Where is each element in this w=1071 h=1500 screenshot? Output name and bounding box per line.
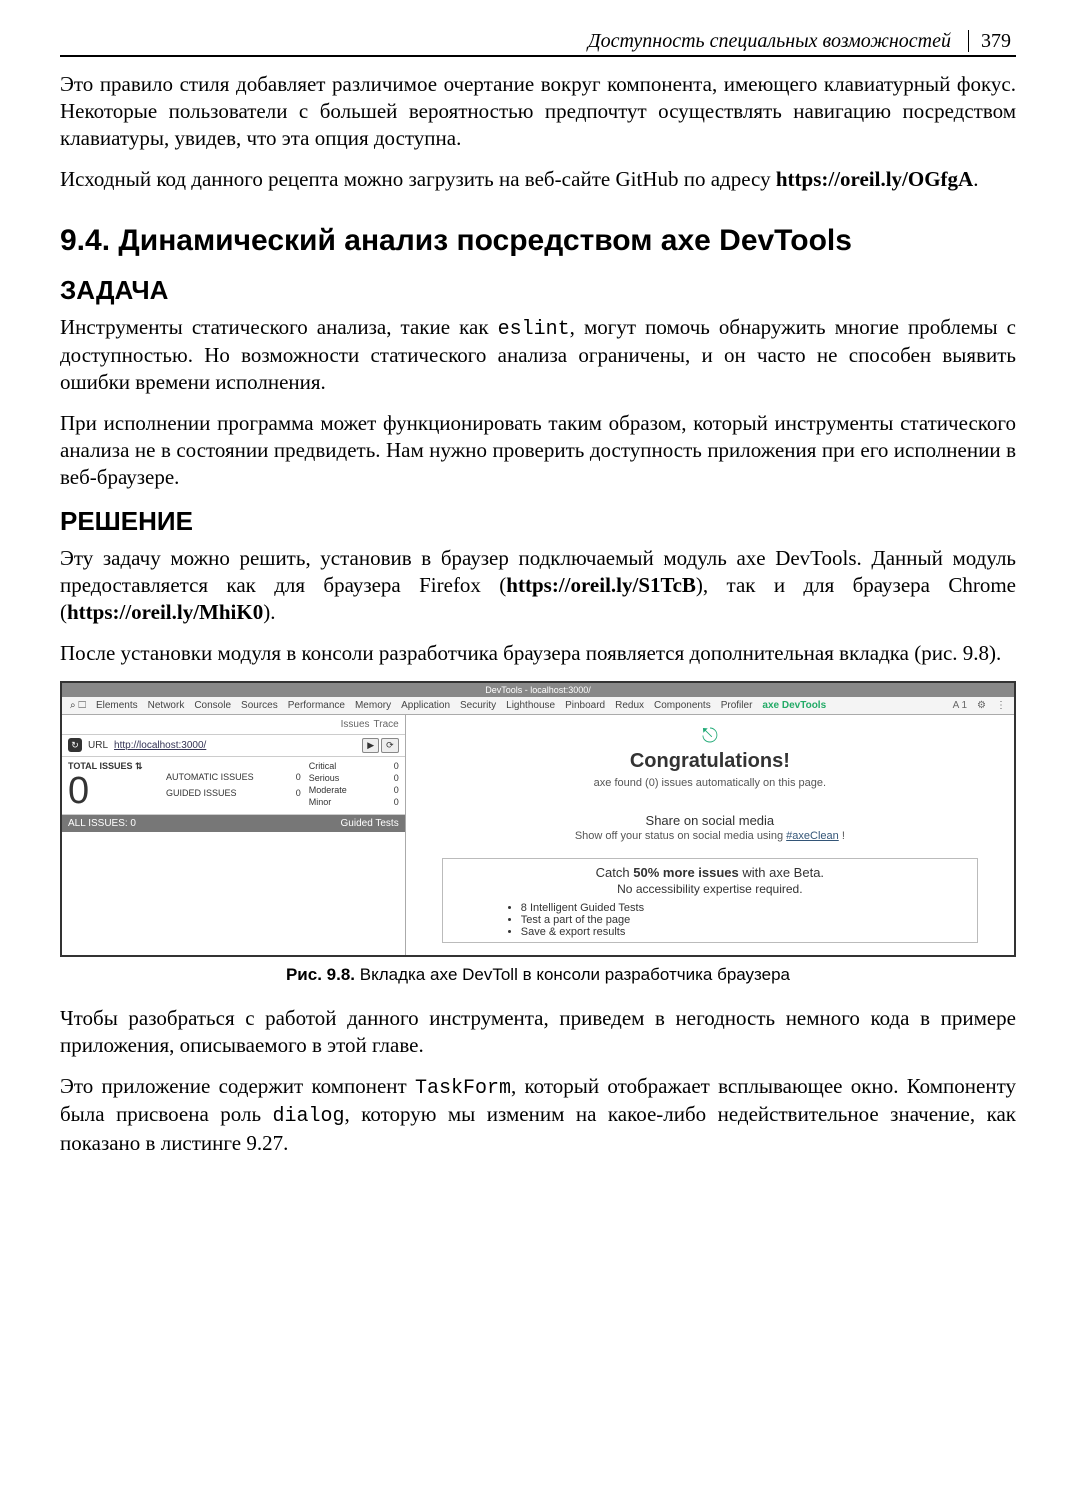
- url-label: URL: [88, 740, 108, 751]
- more-icon: ⋮: [996, 700, 1006, 711]
- inspector-icon: ⌕ ☐: [70, 700, 86, 711]
- promo-bullet: Save & export results: [521, 926, 967, 938]
- code-inline: eslint: [498, 318, 570, 341]
- axe-left-panel: Issues Trace ↻ URL http://localhost:3000…: [62, 715, 406, 955]
- refresh-icon: ↻: [68, 738, 82, 752]
- devtools-screenshot: DevTools - localhost:3000/ ⌕ ☐ Elements …: [60, 681, 1016, 957]
- severity-minor-label: Minor: [309, 797, 332, 807]
- body-paragraph: Эту задачу можно решить, установив в бра…: [60, 545, 1016, 626]
- tab-elements: Elements: [96, 700, 138, 711]
- automatic-issues-value: 0: [296, 772, 301, 782]
- body-paragraph: Исходный код данного рецепта можно загру…: [60, 166, 1016, 193]
- code-inline: TaskForm: [415, 1077, 511, 1100]
- hashtag-link: #axeClean: [786, 830, 839, 842]
- total-issues-value: 0: [68, 772, 158, 810]
- section-title: 9.4. Динамический анализ посредством axe…: [60, 223, 1016, 259]
- promo-bullet: Test a part of the page: [521, 914, 967, 926]
- guided-issues-label: GUIDED ISSUES: [166, 788, 237, 798]
- url-value: http://localhost:3000/: [114, 740, 206, 751]
- body-paragraph: Чтобы разобраться с работой данного инст…: [60, 1005, 1016, 1059]
- axe-logo-icon: ⎋: [702, 725, 718, 748]
- tab-console: Console: [194, 700, 231, 711]
- figure-caption: Рис. 9.8. Вкладка axe DevToll в консоли …: [60, 965, 1016, 985]
- chrome-url: https://oreil.ly/MhiK0: [67, 600, 263, 624]
- severity-critical-label: Critical: [309, 761, 337, 771]
- promo-subtext: No accessibility expertise required.: [453, 882, 967, 896]
- warning-badge: A 1: [953, 700, 967, 711]
- subsection-heading-solution: РЕШЕНИЕ: [60, 506, 1016, 537]
- promo-bullet-list: 8 Intelligent Guided Tests Test a part o…: [453, 902, 967, 938]
- gear-icon: ⚙: [977, 700, 986, 711]
- severity-moderate-label: Moderate: [309, 785, 347, 795]
- tab-lighthouse: Lighthouse: [506, 700, 555, 711]
- promo-headline: Catch 50% more issues with axe Beta.: [453, 865, 967, 880]
- automatic-issues-label: AUTOMATIC ISSUES: [166, 772, 254, 782]
- github-url: https://oreil.ly/OGfgA: [776, 167, 973, 191]
- tab-components: Components: [654, 700, 711, 711]
- body-paragraph: При исполнении программа может функциони…: [60, 410, 1016, 491]
- tab-pinboard: Pinboard: [565, 700, 605, 711]
- tab-redux: Redux: [615, 700, 644, 711]
- tab-memory: Memory: [355, 700, 391, 711]
- tab-network: Network: [148, 700, 185, 711]
- sort-icon: ⇅: [135, 761, 143, 771]
- tab-security: Security: [460, 700, 496, 711]
- tab-sources: Sources: [241, 700, 278, 711]
- tab-performance: Performance: [288, 700, 345, 711]
- congrats-subtext: axe found (0) issues automatically on th…: [594, 777, 826, 789]
- header-rule: [60, 55, 1016, 57]
- body-paragraph: После установки модуля в консоли разрабо…: [60, 640, 1016, 667]
- congrats-heading: Congratulations!: [630, 750, 790, 773]
- guided-issues-value: 0: [296, 788, 301, 798]
- chapter-title: Доступность специальных возможностей: [588, 30, 951, 52]
- figure-9-8: DevTools - localhost:3000/ ⌕ ☐ Elements …: [60, 681, 1016, 985]
- axe-right-panel: ⎋ Congratulations! axe found (0) issues …: [406, 715, 1014, 955]
- devtools-window-title: DevTools - localhost:3000/: [62, 683, 1014, 697]
- promo-box: Catch 50% more issues with axe Beta. No …: [442, 858, 978, 943]
- subtab-trace: Trace: [374, 719, 399, 730]
- subsection-heading-problem: ЗАДАЧА: [60, 275, 1016, 306]
- firefox-url: https://oreil.ly/S1TcB: [506, 573, 696, 597]
- scan-button: ▶: [362, 738, 379, 753]
- share-subtext: Show off your status on social media usi…: [575, 830, 845, 842]
- guided-tests-label: Guided Tests: [341, 818, 399, 829]
- promo-bullet: 8 Intelligent Guided Tests: [521, 902, 967, 914]
- body-paragraph: Инструменты статического анализа, такие …: [60, 314, 1016, 396]
- severity-serious-label: Serious: [309, 773, 340, 783]
- rescan-button: ⟳: [381, 738, 399, 753]
- code-inline: dialog: [273, 1105, 345, 1128]
- body-paragraph: Это приложение содержит компонент TaskFo…: [60, 1073, 1016, 1157]
- tab-profiler: Profiler: [721, 700, 753, 711]
- tab-application: Application: [401, 700, 450, 711]
- subtab-issues: Issues: [341, 719, 370, 730]
- devtools-tab-bar: ⌕ ☐ Elements Network Console Sources Per…: [62, 697, 1014, 715]
- all-issues-label: ALL ISSUES: 0: [68, 818, 136, 829]
- page-number: 379: [968, 30, 1011, 52]
- running-header: Доступность специальных возможностей 379: [60, 30, 1016, 53]
- share-heading: Share on social media: [646, 813, 775, 828]
- tab-axe-devtools: axe DevTools: [762, 700, 826, 711]
- body-paragraph: Это правило стиля добавляет различимое о…: [60, 71, 1016, 152]
